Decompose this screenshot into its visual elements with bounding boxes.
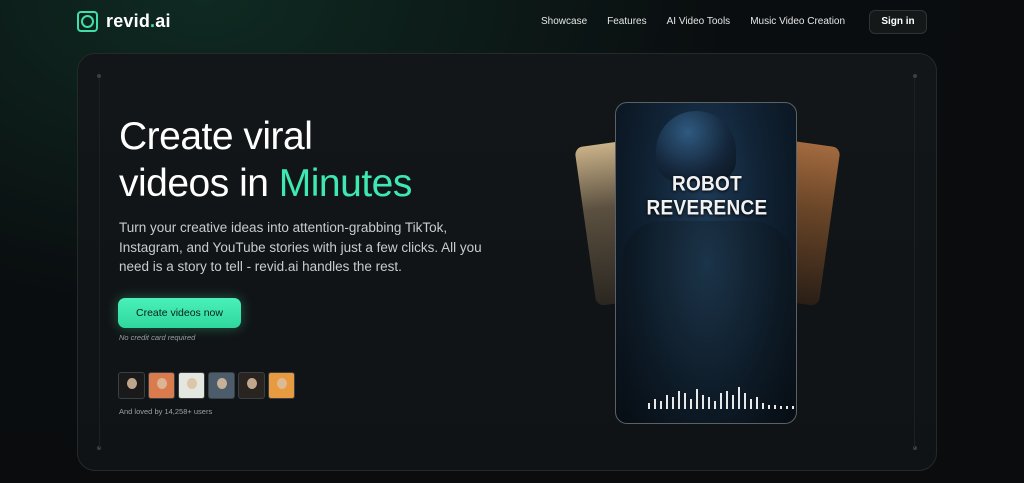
logo-icon (77, 11, 98, 32)
user-avatars (118, 372, 295, 399)
guide-line (914, 78, 915, 448)
avatar (238, 372, 265, 399)
avatar (178, 372, 205, 399)
nav-link-ai-video-tools[interactable]: AI Video Tools (667, 16, 731, 27)
cta-note: No credit card required (119, 333, 196, 342)
nav-link-showcase[interactable]: Showcase (541, 16, 587, 27)
avatar (268, 372, 295, 399)
hero-headline: Create viral videos in Minutes (119, 115, 413, 205)
sign-in-button[interactable]: Sign in (869, 10, 927, 34)
hero-subtitle: Turn your creative ideas into attention-… (119, 220, 482, 274)
top-nav: revid.ai Showcase Features AI Video Tool… (0, 0, 1024, 44)
brand-name: revid.ai (106, 11, 171, 31)
video-title: ROBOT REVERENCE (646, 172, 768, 221)
nav-link-features[interactable]: Features (607, 16, 646, 27)
create-videos-button[interactable]: Create videos now (118, 298, 241, 328)
avatar (208, 372, 235, 399)
brand-logo[interactable]: revid.ai (77, 11, 171, 32)
avatar (148, 372, 175, 399)
audio-waveform-icon (648, 387, 794, 409)
robot-helmet-image (656, 111, 736, 181)
nav-link-music-video-creation[interactable]: Music Video Creation (750, 16, 845, 27)
guide-line (99, 78, 100, 448)
social-proof-text: And loved by 14,258+ users (119, 407, 213, 416)
avatar (118, 372, 145, 399)
video-preview[interactable]: ROBOT REVERENCE (615, 102, 797, 424)
headline-accent: Minutes (278, 162, 413, 205)
nav-links: Showcase Features AI Video Tools Music V… (541, 16, 865, 27)
